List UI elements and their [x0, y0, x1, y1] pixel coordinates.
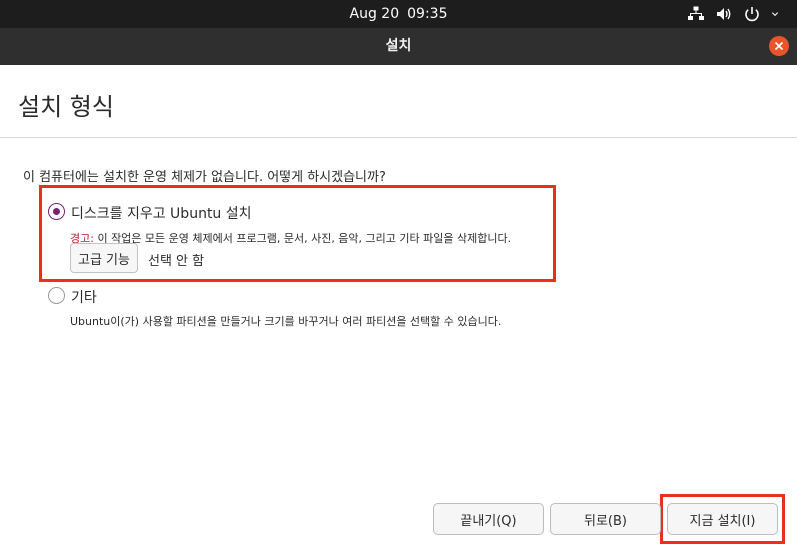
back-button[interactable]: 뒤로(B) [550, 503, 661, 535]
power-icon[interactable] [743, 5, 761, 23]
page-title: 설치 형식 [18, 93, 114, 121]
system-top-bar: Aug 20 09:35 [0, 0, 797, 28]
advanced-features-button[interactable]: 고급 기능 [70, 243, 138, 273]
clock[interactable]: Aug 20 09:35 [0, 0, 797, 28]
window-title: 설치 [385, 38, 412, 54]
clock-date: Aug 20 [349, 6, 400, 22]
advanced-features-status: 선택 안 함 [148, 254, 205, 269]
network-icon[interactable] [687, 5, 705, 23]
clock-time: 09:35 [407, 6, 448, 22]
something-else-description: Ubuntu이(가) 사용할 파티션을 만들거나 크기를 바꾸거나 여러 파티션… [70, 315, 502, 328]
erase-disk-radio[interactable] [48, 203, 65, 220]
option-something-else[interactable]: 기타 Ubuntu이(가) 사용할 파티션을 만들거나 크기를 바꾸거나 여러 … [48, 287, 548, 331]
close-button[interactable] [769, 36, 789, 56]
warning-text: 이 작업은 모든 운영 체제에서 프로그램, 문서, 사진, 음악, 그리고 기… [93, 232, 512, 245]
system-tray[interactable] [687, 5, 783, 23]
installer-content: 설치 형식 이 컴퓨터에는 설치한 운영 체제가 없습니다. 어떻게 하시겠습니… [0, 65, 797, 548]
divider [0, 137, 797, 138]
installation-question: 이 컴퓨터에는 설치한 운영 체제가 없습니다. 어떻게 하시겠습니까? [23, 170, 386, 185]
quit-button[interactable]: 끝내기(Q) [433, 503, 544, 535]
close-icon [774, 41, 784, 51]
volume-icon[interactable] [715, 5, 733, 23]
chevron-down-icon[interactable] [771, 5, 783, 23]
something-else-radio[interactable] [48, 287, 65, 304]
something-else-label[interactable]: 기타 [71, 287, 97, 307]
window-title-bar: 설치 [0, 28, 797, 65]
install-now-button[interactable]: 지금 설치(I) [667, 503, 778, 535]
erase-disk-label[interactable]: 디스크를 지우고 Ubuntu 설치 [71, 203, 252, 223]
